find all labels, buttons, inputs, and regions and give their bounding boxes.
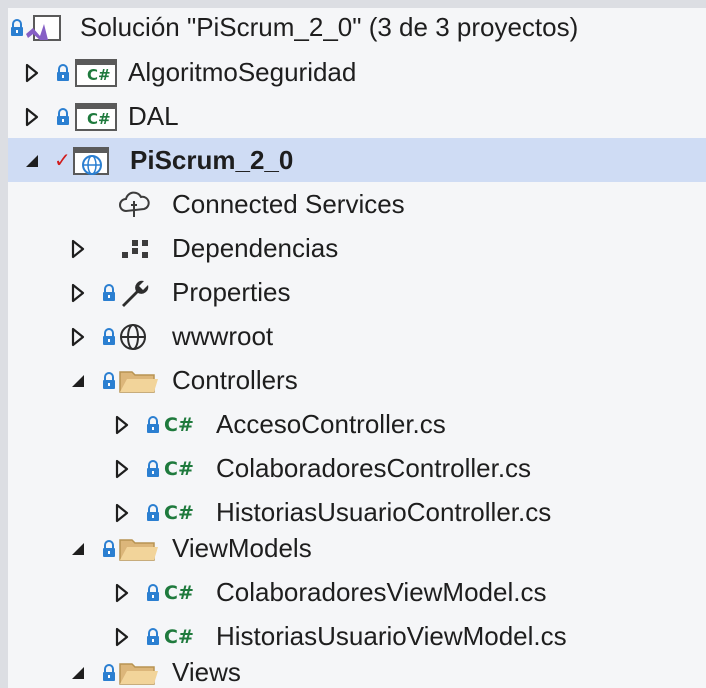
item-label: Properties (172, 277, 291, 307)
wrench-icon (118, 277, 152, 314)
lock-icon (102, 664, 116, 682)
dependencies-icon (120, 236, 150, 267)
item-label: wwwroot (172, 321, 274, 351)
collapse-triangle-icon[interactable] (70, 663, 86, 683)
csharp-file-icon: C# (164, 502, 194, 524)
lock-icon (10, 19, 24, 37)
lock-icon (146, 628, 160, 646)
tree-row-connected-services[interactable]: Connected Services (8, 182, 706, 226)
item-label: Connected Services (172, 189, 405, 219)
expand-chevron-icon[interactable] (70, 283, 86, 303)
collapse-triangle-icon[interactable] (70, 539, 86, 559)
item-label: Controllers (172, 365, 298, 395)
lock-icon (102, 372, 116, 390)
tree-row-wwwroot[interactable]: wwwroot (8, 314, 706, 358)
tree-row-file[interactable]: C# AccesoController.cs (8, 402, 706, 446)
collapse-triangle-icon[interactable] (24, 151, 40, 171)
tree-row-project-algoritmoseguridad[interactable]: C# AlgoritmoSeguridad (8, 50, 706, 94)
cloud-plug-icon (118, 191, 150, 224)
lock-icon (102, 540, 116, 558)
solution-explorer-tree: Solución "PiScrum_2_0" (3 de 3 proyectos… (8, 8, 706, 688)
item-label: Dependencias (172, 233, 339, 263)
lock-icon (56, 108, 70, 126)
lock-icon (56, 64, 70, 82)
project-label: DAL (128, 101, 179, 131)
expand-chevron-icon[interactable] (114, 503, 130, 523)
lock-icon (146, 460, 160, 478)
tree-row-views-folder[interactable]: Views (8, 650, 706, 688)
file-label: HistoriasUsuarioViewModel.cs (216, 621, 567, 651)
folder-open-icon (118, 368, 158, 399)
tree-row-project-piscrum[interactable]: ✓ PiScrum_2_0 (8, 138, 706, 182)
expand-chevron-icon[interactable] (24, 107, 40, 127)
lock-icon (146, 416, 160, 434)
file-label: AccesoController.cs (216, 409, 446, 439)
lock-icon (146, 504, 160, 522)
project-label: PiScrum_2_0 (130, 145, 294, 175)
tree-row-project-dal[interactable]: C# DAL (8, 94, 706, 138)
expand-chevron-icon[interactable] (114, 415, 130, 435)
tree-row-viewmodels-folder[interactable]: ViewModels (8, 526, 706, 570)
tree-row-file[interactable]: C# ColaboradoresController.cs (8, 446, 706, 490)
globe-icon (118, 322, 148, 357)
expand-chevron-icon[interactable] (24, 63, 40, 83)
tree-row-properties[interactable]: Properties (8, 270, 706, 314)
collapse-triangle-icon[interactable] (70, 371, 86, 391)
expand-chevron-icon[interactable] (70, 239, 86, 259)
folder-open-icon (118, 660, 158, 688)
solution-label: Solución "PiScrum_2_0" (3 de 3 proyectos… (80, 12, 579, 42)
lock-icon (146, 584, 160, 602)
csharp-badge: C# (87, 110, 111, 128)
web-project-icon (72, 146, 112, 183)
tree-row-file[interactable]: C# ColaboradoresViewModel.cs (8, 570, 706, 614)
csharp-file-icon: C# (164, 458, 194, 480)
file-label: HistoriasUsuarioController.cs (216, 497, 552, 527)
solution-icon (24, 14, 64, 49)
lock-icon (102, 328, 116, 346)
tree-row-controllers-folder[interactable]: Controllers (8, 358, 706, 402)
file-label: ColaboradoresController.cs (216, 453, 532, 483)
expand-chevron-icon[interactable] (114, 459, 130, 479)
folder-open-icon (118, 536, 158, 567)
csharp-file-icon: C# (164, 414, 194, 436)
project-label: AlgoritmoSeguridad (128, 57, 357, 87)
expand-chevron-icon[interactable] (114, 583, 130, 603)
tree-row-solution[interactable]: Solución "PiScrum_2_0" (3 de 3 proyectos… (8, 8, 706, 50)
file-label: ColaboradoresViewModel.cs (216, 577, 547, 607)
csharp-badge: C# (87, 66, 111, 84)
expand-chevron-icon[interactable] (114, 627, 130, 647)
lock-icon (102, 284, 116, 302)
item-label: ViewModels (172, 533, 312, 563)
csharp-file-icon: C# (164, 582, 194, 604)
expand-chevron-icon[interactable] (70, 327, 86, 347)
checkmark-icon: ✓ (54, 148, 71, 172)
csharp-file-icon: C# (164, 626, 194, 648)
tree-row-dependencias[interactable]: Dependencias (8, 226, 706, 270)
item-label: Views (172, 657, 241, 687)
